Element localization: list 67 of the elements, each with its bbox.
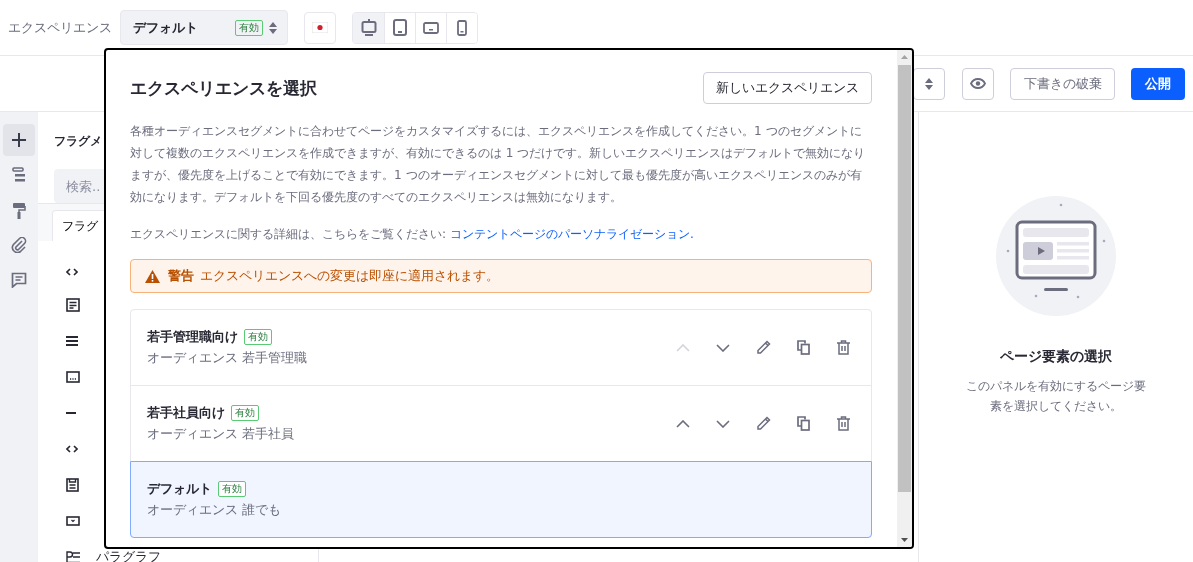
panel-description: このパネルを有効にするページ要素を選択してください。 xyxy=(966,378,1146,415)
audience-text: オーディエンス 誰でも xyxy=(147,501,283,519)
dialog-description: 各種オーディエンスセグメントに合わせてページをカスタマイズするには、エクスペリエンスを作成してください。1 つのセグメントに対して複数のエクスペリエンスを作成できますが、有効にできるのは 1 つだけです。新しいエクスペリエンスはデフォルトで無効になりますが、優先度を上げることで有効にできます。1 つのオーディエンスセグメントに対して最も優先度が高いエクスペリエンスのみが有効になります。デフォルトを下回る優先度のすべてのエクスペリエンスは無効になります。 xyxy=(130,123,867,206)
alert-label: 警告 xyxy=(168,267,194,285)
scrollbar[interactable] xyxy=(897,50,912,547)
fragment-item[interactable]: パラグラフ xyxy=(96,551,161,562)
select-button[interactable] xyxy=(913,67,945,100)
chevron-down-icon xyxy=(716,343,730,352)
ellipsis-box-icon xyxy=(66,371,80,383)
code-icon xyxy=(66,268,78,276)
experience-label: エクスペリエンス xyxy=(8,18,112,37)
tablet-landscape-icon xyxy=(423,21,439,34)
tablet-icon xyxy=(393,19,407,36)
experience-name: 若手社員向け xyxy=(147,404,225,422)
scroll-up-icon xyxy=(901,55,908,59)
new-experience-button[interactable]: 新しいエクスペリエンス xyxy=(703,72,872,104)
language-button[interactable] xyxy=(304,11,336,44)
personalization-link[interactable]: コンテントページのパーソナライゼーション. xyxy=(449,227,694,241)
experience-name: デフォルト xyxy=(147,480,212,498)
trash-icon xyxy=(836,340,850,355)
pencil-icon xyxy=(755,340,771,355)
dash-icon xyxy=(66,412,76,414)
document-icon xyxy=(66,478,79,492)
status-badge: 有効 xyxy=(218,481,246,497)
card-icon xyxy=(66,298,80,312)
dropdown-icon xyxy=(66,516,80,526)
list-icon xyxy=(66,336,78,346)
device-button[interactable] xyxy=(353,12,384,43)
sidebar-tool-button[interactable] xyxy=(3,124,35,156)
pencil-icon xyxy=(755,416,771,431)
desktop-icon xyxy=(360,19,377,36)
experience-item[interactable]: デフォルト 有効 オーディエンス 誰でも xyxy=(130,461,872,538)
scroll-down-icon xyxy=(901,538,908,542)
eye-icon xyxy=(970,78,986,89)
comment-icon xyxy=(11,272,27,288)
device-button[interactable] xyxy=(446,12,477,43)
stack-icon xyxy=(12,167,26,183)
flag-icon xyxy=(312,22,328,33)
sort-arrows-icon xyxy=(925,77,933,90)
panel-title: ページ要素の選択 xyxy=(1000,348,1112,366)
panel-title: フラグメ xyxy=(54,133,102,150)
copy-icon xyxy=(796,416,810,431)
chevron-down-icon xyxy=(716,419,730,428)
audience-text: オーディエンス 若手管理職 xyxy=(147,349,309,367)
dialog-title: エクスペリエンスを選択 xyxy=(130,76,317,100)
phone-icon xyxy=(457,19,467,36)
status-badge: 有効 xyxy=(235,19,263,36)
publish-button[interactable]: 公開 xyxy=(1131,67,1185,100)
sort-arrows-icon xyxy=(269,21,277,34)
paragraph-icon xyxy=(66,550,80,562)
preview-button[interactable] xyxy=(962,67,994,100)
audience-text: オーディエンス 若手社員 xyxy=(147,425,296,443)
more-info-text: エクスペリエンスに関する詳細は、こちらをご覧ください: コンテントページのパーソナライゼーション. xyxy=(130,226,695,243)
discard-draft-button[interactable]: 下書きの破棄 xyxy=(1010,67,1115,100)
copy-icon xyxy=(796,340,810,355)
warning-icon xyxy=(145,269,160,283)
alert-message: エクスペリエンスへの変更は即座に適用されます。 xyxy=(200,267,499,285)
code-icon xyxy=(66,445,78,453)
paperclip-icon xyxy=(11,237,27,253)
plus-icon xyxy=(11,132,27,148)
experience-name: 若手管理職向け xyxy=(147,328,238,346)
paint-roller-icon xyxy=(12,201,26,219)
trash-icon xyxy=(836,416,850,431)
experience-select[interactable]: デフォルト 有効 xyxy=(120,10,288,45)
experience-item[interactable]: 若手管理職向け 有効 オーディエンス 若手管理職 xyxy=(131,310,871,385)
status-badge: 有効 xyxy=(244,329,272,345)
status-badge: 有効 xyxy=(231,405,259,421)
